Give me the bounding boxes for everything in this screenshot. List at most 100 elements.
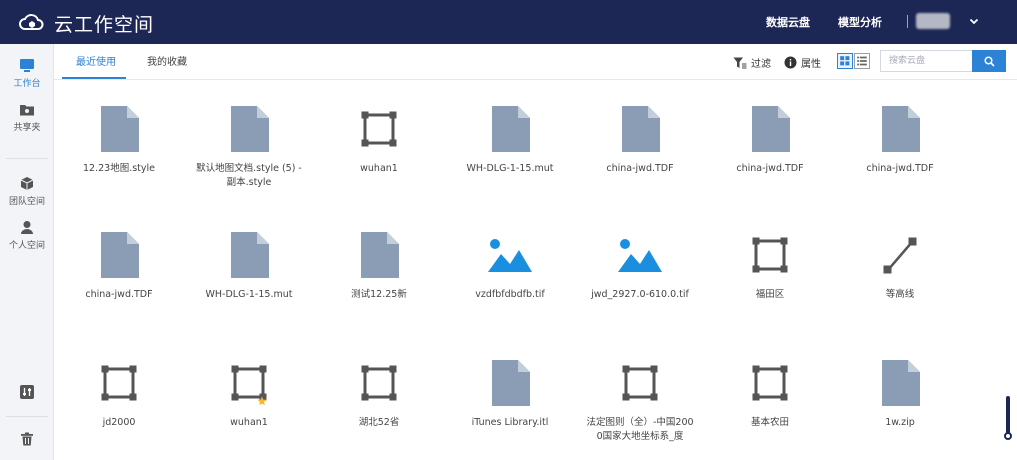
doc-icon xyxy=(231,106,269,152)
doc-icon xyxy=(882,106,920,152)
filter-button[interactable]: 过滤 xyxy=(733,55,771,70)
file-name: 12.23地图.style xyxy=(83,163,155,174)
tab-recent[interactable]: 最近使用 xyxy=(76,53,116,68)
scrollbar-thumb[interactable] xyxy=(1004,432,1012,440)
file-item[interactable]: jd2000 xyxy=(64,360,174,430)
doc-icon xyxy=(622,106,660,152)
search-input[interactable] xyxy=(880,50,972,72)
file-name: 默认地图文档.style (5) -副本.style xyxy=(196,163,302,188)
tab-favorites[interactable]: 我的收藏 xyxy=(147,53,187,68)
sidebar-item-workbench[interactable]: 工作台 xyxy=(0,58,54,89)
list-view-icon[interactable] xyxy=(854,53,870,69)
image-icon xyxy=(488,239,532,272)
nav-model-analysis[interactable]: 模型分析 xyxy=(838,14,882,30)
user-name-blurred[interactable] xyxy=(916,13,950,29)
nav-data-cloud[interactable]: 数据云盘 xyxy=(766,14,810,30)
file-name: 湖北52省 xyxy=(358,417,400,428)
file-item[interactable]: 1w.zip xyxy=(845,360,955,430)
file-name: WH-DLG-1-15.mut xyxy=(466,163,554,174)
polygon-icon xyxy=(361,365,397,401)
star-badge-icon xyxy=(257,396,267,406)
file-name: 基本农田 xyxy=(750,417,789,428)
file-name: jd2000 xyxy=(102,417,136,428)
file-item[interactable]: 福田区 xyxy=(715,232,825,302)
tab-bar: 最近使用 我的收藏 过滤 属性 xyxy=(54,44,1017,80)
file-item[interactable]: china-jwd.TDF xyxy=(715,106,825,176)
active-tab-indicator xyxy=(62,77,126,79)
sidebar-item-label: 工作台 xyxy=(13,79,41,89)
file-item[interactable]: wuhan1 xyxy=(324,106,434,176)
file-item[interactable]: 12.23地图.style xyxy=(64,106,174,176)
file-item[interactable]: iTunes Library.itl xyxy=(455,360,565,430)
search-icon xyxy=(983,55,995,67)
doc-icon xyxy=(492,106,530,152)
filter-label: 过滤 xyxy=(751,59,771,70)
doc-icon xyxy=(882,360,920,406)
sidebar-item-personal-space[interactable]: 个人空间 xyxy=(0,220,54,251)
file-item[interactable]: china-jwd.TDF xyxy=(845,106,955,176)
file-item[interactable]: WH-DLG-1-15.mut xyxy=(194,232,304,302)
file-name: 1w.zip xyxy=(885,417,915,428)
sidebar-item-label: 团队空间 xyxy=(8,197,45,207)
file-name: 等高线 xyxy=(885,289,915,300)
attributes-label: 属性 xyxy=(801,59,821,70)
settings-sliders-icon[interactable] xyxy=(19,384,35,400)
left-sidebar: 工作台 共享夹 团队空间 个人空间 xyxy=(0,44,54,460)
file-item[interactable]: china-jwd.TDF xyxy=(64,232,174,302)
file-name: WH-DLG-1-15.mut xyxy=(205,289,293,300)
polygon-icon xyxy=(101,365,137,401)
monitor-icon xyxy=(20,59,34,72)
file-item[interactable]: WH-DLG-1-15.mut xyxy=(455,106,565,176)
cloud-logo-icon xyxy=(19,14,44,30)
file-item[interactable]: wuhan1 xyxy=(194,360,304,430)
file-name: wuhan1 xyxy=(360,163,398,174)
nav-divider xyxy=(907,15,908,28)
file-item[interactable]: 基本农田 xyxy=(715,360,825,430)
search-button[interactable] xyxy=(972,50,1006,72)
file-item[interactable]: china-jwd.TDF xyxy=(585,106,695,176)
doc-icon xyxy=(101,232,139,278)
file-name: wuhan1 xyxy=(230,417,268,428)
file-item[interactable]: 法定图则（全）-中国2000国家大地坐标系_度 xyxy=(585,360,695,444)
file-item[interactable]: 湖北52省 xyxy=(324,360,434,430)
attributes-button[interactable]: 属性 xyxy=(784,55,821,70)
chevron-down-icon[interactable] xyxy=(968,15,980,27)
info-icon xyxy=(784,56,797,69)
file-name: china-jwd.TDF xyxy=(866,163,934,174)
file-name: china-jwd.TDF xyxy=(606,163,674,174)
polygon-icon xyxy=(622,365,658,401)
file-item[interactable]: jwd_2927.0-610.0.tif xyxy=(585,232,695,302)
line-icon xyxy=(883,237,917,274)
file-item[interactable]: 等高线 xyxy=(845,232,955,302)
file-item[interactable]: 默认地图文档.style (5) -副本.style xyxy=(194,106,304,190)
file-name: 法定图则（全）-中国2000国家大地坐标系_度 xyxy=(586,417,694,442)
filter-icon xyxy=(733,57,747,68)
app-title: 云工作空间 xyxy=(54,14,155,36)
vertical-scrollbar[interactable] xyxy=(1006,396,1010,434)
sidebar-divider xyxy=(6,158,48,159)
file-item[interactable]: vzdfbfdbdfb.tif xyxy=(455,232,565,302)
file-name: 测试12.25新 xyxy=(351,289,407,300)
file-name: china-jwd.TDF xyxy=(736,163,804,174)
file-item[interactable]: 测试12.25新 xyxy=(324,232,434,302)
sidebar-item-shared[interactable]: 共享夹 xyxy=(0,102,54,133)
file-name: iTunes Library.itl xyxy=(471,417,549,428)
top-bar: 云工作空间 数据云盘 模型分析 xyxy=(0,0,1017,44)
person-icon xyxy=(21,221,33,234)
cube-icon xyxy=(20,177,34,190)
file-name: vzdfbfdbdfb.tif xyxy=(475,289,545,300)
sidebar-divider xyxy=(6,416,48,417)
sidebar-item-label: 共享夹 xyxy=(13,123,41,133)
sidebar-item-team-space[interactable]: 团队空间 xyxy=(0,176,54,207)
doc-icon xyxy=(752,106,790,152)
polygon-icon xyxy=(752,365,788,401)
sidebar-item-label: 个人空间 xyxy=(8,241,45,251)
file-name: jwd_2927.0-610.0.tif xyxy=(591,289,689,300)
doc-icon xyxy=(361,232,399,278)
trash-icon[interactable] xyxy=(19,431,35,447)
image-icon xyxy=(618,239,662,272)
file-name: china-jwd.TDF xyxy=(85,289,153,300)
polygon-icon xyxy=(752,237,788,273)
grid-view-icon[interactable] xyxy=(837,53,853,69)
doc-icon xyxy=(492,360,530,406)
